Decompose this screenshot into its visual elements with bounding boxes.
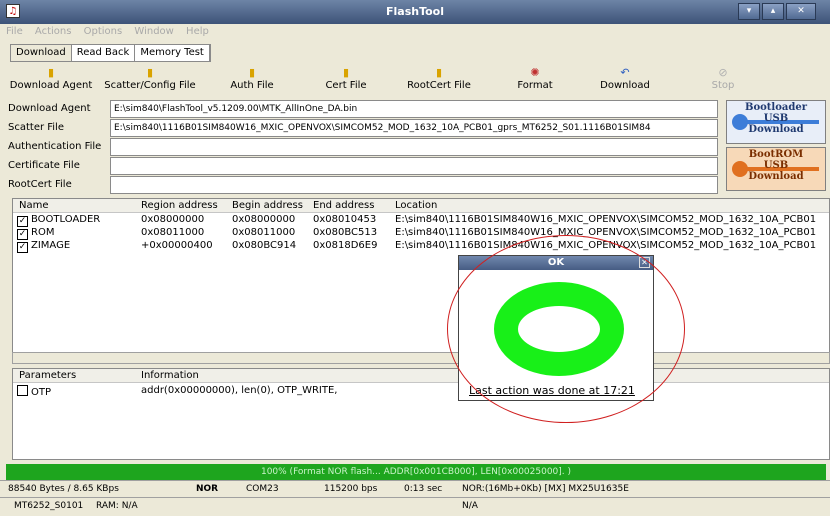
tab-bar: Download Read Back Memory Test (10, 44, 211, 62)
ok-dialog: OK ✕ Last action was done at 17:21 (458, 255, 654, 401)
download-agent-label: Download Agent (8, 103, 91, 114)
tab-memory-test[interactable]: Memory Test (135, 45, 210, 61)
download-agent-button[interactable]: ▮ Download Agent (4, 66, 98, 91)
scatter-file-field[interactable]: E:\sim840\1116B01SIM840W16_MXIC_OPENVOX\… (110, 119, 718, 137)
column-header[interactable]: Region address (141, 200, 218, 211)
window-title: FlashTool (385, 5, 444, 18)
auth-file-label: Authentication File (8, 141, 102, 152)
download-button[interactable]: ↶ Download (590, 66, 660, 91)
auth-file-button[interactable]: ▮ Auth File (222, 66, 282, 91)
progress-bar: 100% (Format NOR flash... ADDR[0x001CB00… (6, 464, 826, 480)
folder-open-icon: ▮ (146, 66, 154, 79)
menu-help[interactable]: Help (186, 26, 209, 37)
column-header[interactable]: Name (19, 200, 49, 211)
toolbar: ▮ Download Agent ▮ Scatter/Config File ▮ Au… (0, 66, 830, 98)
rootcert-file-field[interactable] (110, 176, 718, 194)
ram-info: RAM: N/A (96, 501, 138, 511)
horizontal-scrollbar[interactable] (12, 352, 830, 364)
close-icon[interactable]: ✕ (639, 257, 650, 268)
elapsed-time: 0:13 sec (404, 484, 443, 494)
format-button[interactable]: ✺ Format (510, 66, 560, 91)
folder-open-icon: ▮ (248, 66, 256, 79)
folder-open-icon: ▮ (342, 66, 350, 79)
checkbox[interactable]: ✓ (17, 242, 28, 253)
bootrom-usb-download-button[interactable]: BootROM USB Download (726, 147, 826, 191)
tab-download[interactable]: Download (11, 45, 72, 61)
rootcert-file-button[interactable]: ▮ RootCert File (404, 66, 474, 91)
title-bar: ♫ FlashTool ▾ ▴ ✕ (0, 0, 830, 24)
menu-actions[interactable]: Actions (35, 26, 72, 37)
minimize-button[interactable]: ▾ (738, 3, 760, 20)
chip-info: MT6252_S0101 (14, 501, 84, 511)
rootcert-file-row: RootCert File (8, 176, 718, 194)
stop-icon: ⊘ (718, 66, 728, 79)
close-button[interactable]: ✕ (786, 3, 816, 20)
com-port: COM23 (246, 484, 279, 494)
column-header[interactable]: Location (395, 200, 437, 211)
parameters-table-header: Parameters Information (13, 369, 829, 383)
stop-button[interactable]: ⊘ Stop (708, 66, 738, 91)
menu-file[interactable]: File (6, 26, 23, 37)
cert-file-row: Certificate File (8, 157, 718, 175)
success-ring-icon (494, 282, 624, 376)
column-header[interactable]: Begin address (232, 200, 303, 211)
flash-info: NOR:(16Mb+0Kb) [MX] MX25U1635E (462, 484, 629, 494)
maximize-button[interactable]: ▴ (762, 3, 784, 20)
status-bar-2: MT6252_S0101 RAM: N/A N/A (0, 497, 830, 516)
region-table: Name Region address Begin address End ad… (12, 198, 830, 362)
format-icon: ✺ (530, 66, 540, 79)
checkbox[interactable]: ✓ (17, 229, 28, 240)
scatter-file-row: Scatter File E:\sim840\1116B01SIM840W16_… (8, 119, 718, 137)
column-header[interactable]: End address (313, 200, 374, 211)
auth-file-field[interactable] (110, 138, 718, 156)
menu-bar: File Actions Options Window Help (6, 26, 218, 40)
dialog-message[interactable]: Last action was done at 17:21 (469, 384, 635, 397)
folder-open-icon: ▮ (47, 66, 55, 79)
menu-options[interactable]: Options (84, 26, 123, 37)
checkbox[interactable]: ✓ (17, 216, 28, 227)
cert-file-label: Certificate File (8, 160, 80, 171)
cert-file-field[interactable] (110, 157, 718, 175)
cert-file-button[interactable]: ▮ Cert File (316, 66, 376, 91)
scatter-file-label: Scatter File (8, 122, 64, 133)
flash-type: NOR (196, 484, 219, 494)
download-agent-field[interactable]: E:\sim840\FlashTool_v5.1209.00\MTK_AllIn… (110, 100, 718, 118)
transfer-speed: 88540 Bytes / 8.65 KBps (8, 484, 119, 494)
region-table-header: Name Region address Begin address End ad… (13, 199, 829, 213)
dialog-title: OK ✕ (459, 256, 653, 270)
menu-window[interactable]: Window (134, 26, 173, 37)
auth-file-row: Authentication File (8, 138, 718, 156)
download-arrow-icon: ↶ (620, 66, 630, 79)
column-header[interactable]: Parameters (19, 370, 76, 381)
baud-rate: 115200 bps (324, 484, 378, 494)
extra-info: N/A (462, 501, 478, 511)
folder-open-icon: ▮ (435, 66, 443, 79)
column-header[interactable]: Information (141, 370, 199, 381)
scatter-file-button[interactable]: ▮ Scatter/Config File (98, 66, 202, 91)
tab-read-back[interactable]: Read Back (72, 45, 136, 61)
download-agent-row: Download Agent E:\sim840\FlashTool_v5.12… (8, 100, 718, 118)
rootcert-file-label: RootCert File (8, 179, 72, 190)
parameters-table: Parameters Information OTP addr(0x000000… (12, 368, 830, 460)
checkbox[interactable] (17, 385, 28, 396)
bootloader-usb-download-button[interactable]: Bootloader USB Download (726, 100, 826, 144)
